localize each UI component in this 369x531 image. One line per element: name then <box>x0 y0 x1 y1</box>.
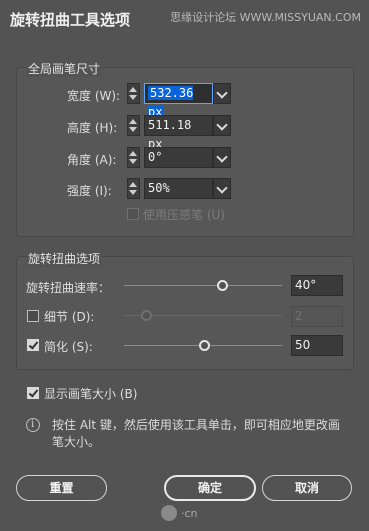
ok-button[interactable]: 确定 <box>164 475 256 501</box>
simplify-slider-thumb[interactable] <box>199 340 210 351</box>
height-label: 高度 (H): <box>67 121 118 135</box>
width-dropdown-button[interactable] <box>213 83 231 104</box>
watermark: 思缘设计论坛 WWW.MISSYUAN.COM <box>170 11 361 24</box>
chevron-down-icon <box>216 119 228 131</box>
uicn-logo-icon <box>161 505 177 521</box>
twirl-rate-slider-track[interactable] <box>124 285 282 286</box>
info-text-line2: 笔大小。 <box>52 435 101 449</box>
width-field[interactable]: 532.36 px <box>144 83 213 119</box>
twirl-rate-field[interactable]: 40° <box>291 275 343 296</box>
angle-field[interactable]: 0° <box>144 147 213 168</box>
detail-slider-thumb[interactable] <box>141 310 152 321</box>
show-brush-size-checkbox[interactable] <box>27 387 39 399</box>
show-brush-size-label: 显示画笔大小 (B) <box>44 387 138 401</box>
height-dropdown-button[interactable] <box>213 115 231 136</box>
detail-checkbox[interactable] <box>27 310 39 322</box>
angle-stepper[interactable] <box>127 147 140 168</box>
twirl-rate-label: 旋转扭曲速率： <box>26 281 111 295</box>
reset-button[interactable]: 重置 <box>16 475 107 501</box>
cancel-button[interactable]: 取消 <box>262 475 352 501</box>
dialog-title: 旋转扭曲工具选项 <box>10 11 131 29</box>
angle-label: 角度 (A): <box>67 153 117 167</box>
detail-label: 细节 (D): <box>44 310 95 324</box>
intensity-label: 强度 (I): <box>67 184 112 198</box>
intensity-stepper[interactable] <box>127 178 140 199</box>
info-text-line1: 按住 Alt 键，然后使用该工具单击，即可相应地更改画 <box>52 418 340 432</box>
simplify-checkbox[interactable] <box>27 339 39 351</box>
height-field[interactable]: 511.18 px <box>144 115 213 151</box>
chevron-down-icon <box>216 151 228 163</box>
pressure-pen-label: 使用压感笔 (U) <box>143 208 225 222</box>
angle-dropdown-button[interactable] <box>213 147 231 168</box>
chevron-down-icon <box>216 87 228 99</box>
pressure-pen-checkbox[interactable] <box>127 208 139 220</box>
twirl-rate-slider-thumb[interactable] <box>217 280 228 291</box>
simplify-field[interactable]: 50 <box>291 335 343 356</box>
chevron-down-icon <box>216 182 228 194</box>
height-stepper[interactable] <box>127 115 140 136</box>
width-label: 宽度 (W): <box>67 89 121 103</box>
twirl-options-title: 旋转扭曲选项 <box>26 250 103 267</box>
info-icon <box>26 418 40 432</box>
logo-text: ·cn <box>181 507 198 520</box>
intensity-field[interactable]: 50% <box>144 178 213 199</box>
width-stepper[interactable] <box>127 83 140 104</box>
global-brush-title: 全局画笔尺寸 <box>26 60 103 77</box>
simplify-label: 简化 (S): <box>44 340 93 354</box>
intensity-dropdown-button[interactable] <box>213 178 231 199</box>
detail-field[interactable]: 2 <box>291 306 343 327</box>
